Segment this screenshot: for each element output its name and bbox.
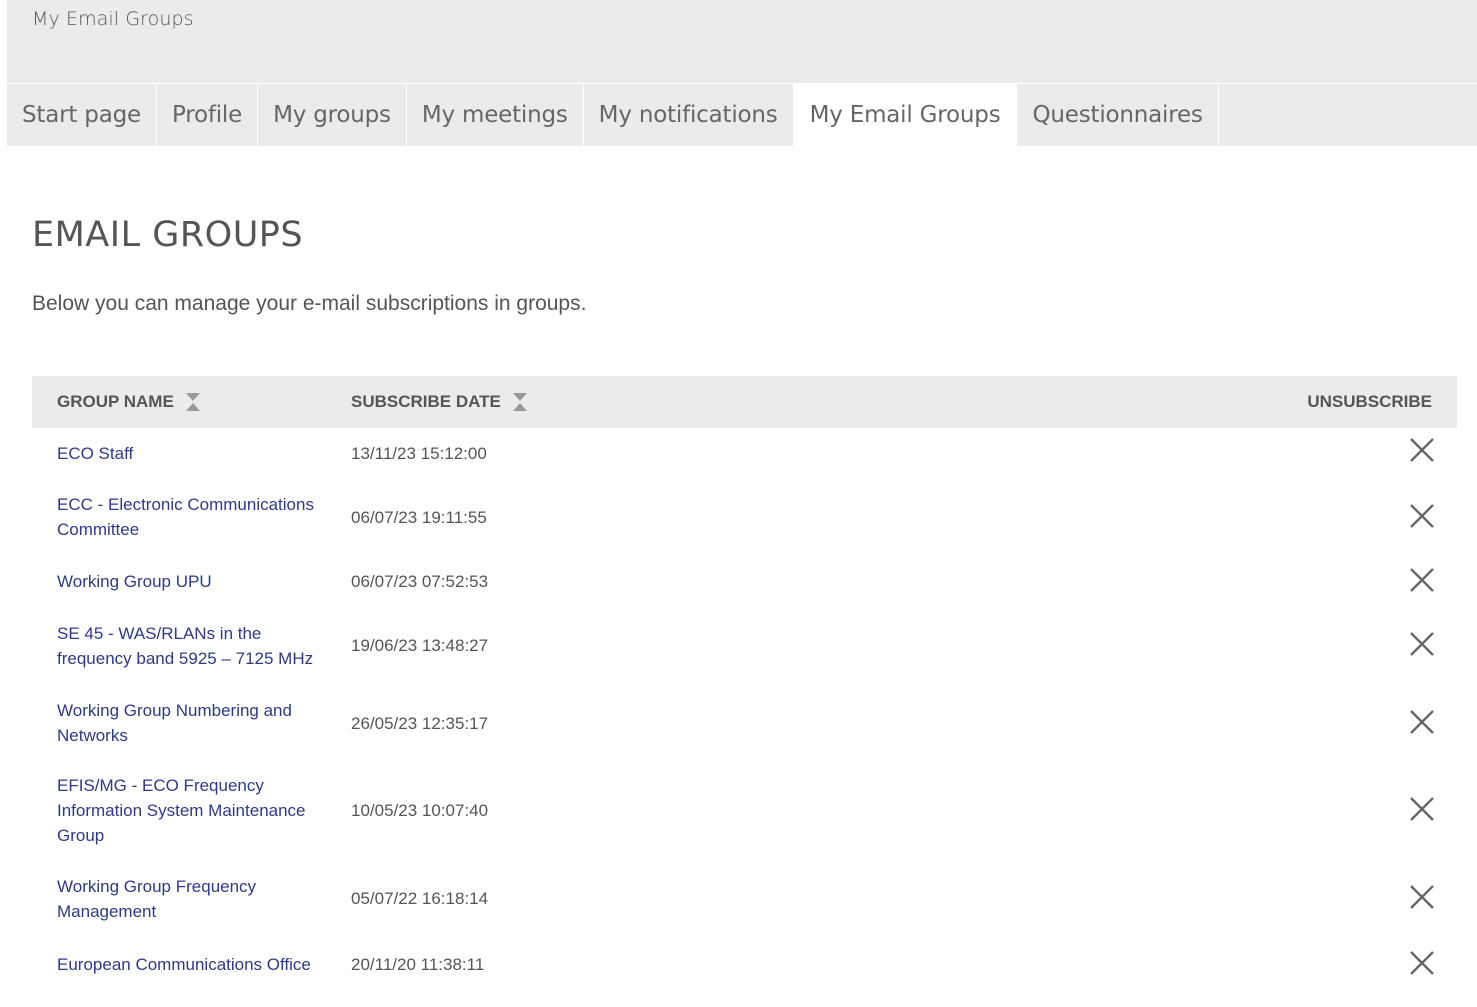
sort-icon[interactable] <box>185 393 200 411</box>
group-name-link[interactable]: Working Group Frequency Management <box>57 874 332 924</box>
top-banner: My Email Groups <box>7 0 1477 83</box>
subscribe-date: 06/07/23 07:52:53 <box>351 572 489 591</box>
tab-my-notifications[interactable]: My notifications <box>584 84 794 146</box>
group-name-link[interactable]: ECC - Electronic Communications Committe… <box>57 492 332 542</box>
table-row: ECC - Electronic Communications Committe… <box>32 480 1457 556</box>
page-title: EMAIL GROUPS <box>32 215 304 255</box>
close-icon[interactable] <box>1409 503 1435 529</box>
sort-icon[interactable] <box>512 393 527 411</box>
group-name-link[interactable]: ECO Staff <box>57 441 332 466</box>
subscribe-date: 10/05/23 10:07:40 <box>351 801 489 820</box>
close-icon[interactable] <box>1409 631 1435 657</box>
column-header-unsubscribe: UNSUBSCRIBE <box>1307 376 1432 428</box>
table-row: European Communications Office 20/11/20 1… <box>32 939 1457 994</box>
table-row: Working Group Frequency Management 05/07/… <box>32 861 1457 939</box>
table-row: SE 45 - WAS/RLANs in the frequency band … <box>32 608 1457 686</box>
tab-profile[interactable]: Profile <box>157 84 259 146</box>
tab-my-groups[interactable]: My groups <box>258 84 407 146</box>
close-icon[interactable] <box>1409 796 1435 822</box>
intro-text: Below you can manage your e-mail subscri… <box>32 292 587 315</box>
table-row: ECO Staff 13/11/23 15:12:00 <box>32 428 1457 480</box>
group-name-link[interactable]: Working Group UPU <box>57 569 332 594</box>
group-name-link[interactable]: European Communications Office <box>57 952 332 977</box>
subscribe-date: 06/07/23 19:11:55 <box>351 508 487 527</box>
subscribe-date: 13/11/23 15:12:00 <box>351 444 487 463</box>
tab-my-meetings[interactable]: My meetings <box>407 84 584 146</box>
table-body: ECO Staff 13/11/23 15:12:00 ECC - Electron… <box>32 428 1457 994</box>
close-icon[interactable] <box>1409 884 1435 910</box>
table-row: Working Group Numbering and Networks 26/0… <box>32 686 1457 761</box>
tab-my-email-groups[interactable]: My Email Groups <box>793 84 1018 146</box>
tab-questionnaires[interactable]: Questionnaires <box>1017 84 1219 146</box>
subscribe-date: 05/07/22 16:18:14 <box>351 889 489 908</box>
tab-start-page[interactable]: Start page <box>7 84 157 146</box>
subscribe-date: 26/05/23 12:35:17 <box>351 714 489 733</box>
subscribe-date: 20/11/20 11:38:11 <box>351 955 485 974</box>
subscribe-date: 19/06/23 13:48:27 <box>351 636 489 655</box>
table-row: EFIS/MG - ECO Frequency Information Syst… <box>32 761 1457 861</box>
close-icon[interactable] <box>1409 567 1435 593</box>
column-header-group-name[interactable]: GROUP NAME <box>57 376 200 428</box>
banner-title: My Email Groups <box>32 8 194 30</box>
close-icon[interactable] <box>1409 437 1435 463</box>
table-header: GROUP NAME SUBSCRIBE DATE UNSUBSCRIBE <box>32 376 1457 428</box>
group-name-link[interactable]: Working Group Numbering and Networks <box>57 698 332 748</box>
column-header-subscribe-date[interactable]: SUBSCRIBE DATE <box>351 376 527 428</box>
column-header-label: UNSUBSCRIBE <box>1307 392 1432 411</box>
group-name-link[interactable]: SE 45 - WAS/RLANs in the frequency band … <box>57 621 332 671</box>
column-header-label: GROUP NAME <box>57 392 174 411</box>
column-header-label: SUBSCRIBE DATE <box>351 392 501 411</box>
table-row: Working Group UPU 06/07/23 07:52:53 <box>32 556 1457 608</box>
email-groups-table: GROUP NAME SUBSCRIBE DATE UNSUBSCRIBE EC… <box>32 376 1457 994</box>
main-tabs: Start page Profile My groups My meetings… <box>7 84 1477 146</box>
close-icon[interactable] <box>1409 709 1435 735</box>
group-name-link[interactable]: EFIS/MG - ECO Frequency Information Syst… <box>57 773 332 848</box>
close-icon[interactable] <box>1409 950 1435 976</box>
